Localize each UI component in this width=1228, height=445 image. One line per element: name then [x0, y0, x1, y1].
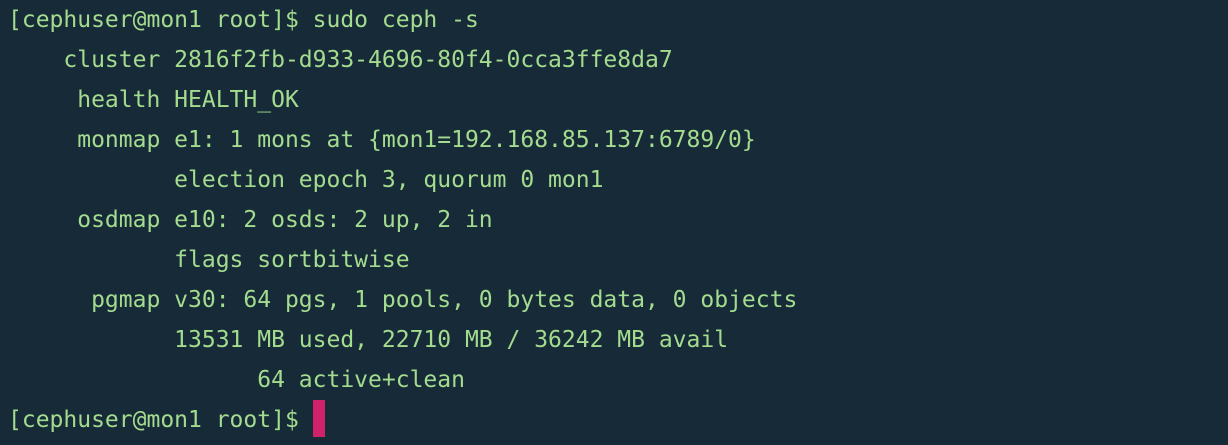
terminal-line-command: [cephuser@mon1 root]$ sudo ceph -s: [8, 0, 1228, 40]
terminal-line-usage: 13531 MB used, 22710 MB / 36242 MB avail: [8, 320, 1228, 360]
terminal-prompt-line[interactable]: [cephuser@mon1 root]$: [8, 400, 1228, 440]
terminal-line-text: pgmap v30: 64 pgs, 1 pools, 0 bytes data…: [8, 287, 798, 313]
terminal-line-text: [cephuser@mon1 root]$ sudo ceph -s: [8, 7, 479, 33]
terminal-line-text: monmap e1: 1 mons at {mon1=192.168.85.13…: [8, 127, 756, 153]
terminal-window[interactable]: [cephuser@mon1 root]$ sudo ceph -s clust…: [0, 0, 1228, 445]
terminal-line-flags: flags sortbitwise: [8, 240, 1228, 280]
terminal-line-pgmap: pgmap v30: 64 pgs, 1 pools, 0 bytes data…: [8, 280, 1228, 320]
terminal-line-text: 13531 MB used, 22710 MB / 36242 MB avail: [8, 327, 729, 353]
terminal-line-health: health HEALTH_OK: [8, 80, 1228, 120]
terminal-line-text: health HEALTH_OK: [8, 87, 299, 113]
terminal-line-text: election epoch 3, quorum 0 mon1: [8, 167, 604, 193]
terminal-line-text: flags sortbitwise: [8, 247, 410, 273]
terminal-line-cluster: cluster 2816f2fb-d933-4696-80f4-0cca3ffe…: [8, 40, 1228, 80]
terminal-line-monmap: monmap e1: 1 mons at {mon1=192.168.85.13…: [8, 120, 1228, 160]
terminal-prompt: [cephuser@mon1 root]$: [8, 407, 299, 433]
terminal-line-osdmap: osdmap e10: 2 osds: 2 up, 2 in: [8, 200, 1228, 240]
terminal-cursor: [312, 400, 325, 437]
terminal-line-text: cluster 2816f2fb-d933-4696-80f4-0cca3ffe…: [8, 47, 673, 73]
terminal-line-pg-state: 64 active+clean: [8, 360, 1228, 400]
terminal-line-text: osdmap e10: 2 osds: 2 up, 2 in: [8, 207, 493, 233]
terminal-line-text: 64 active+clean: [8, 367, 465, 393]
terminal-line-election: election epoch 3, quorum 0 mon1: [8, 160, 1228, 200]
